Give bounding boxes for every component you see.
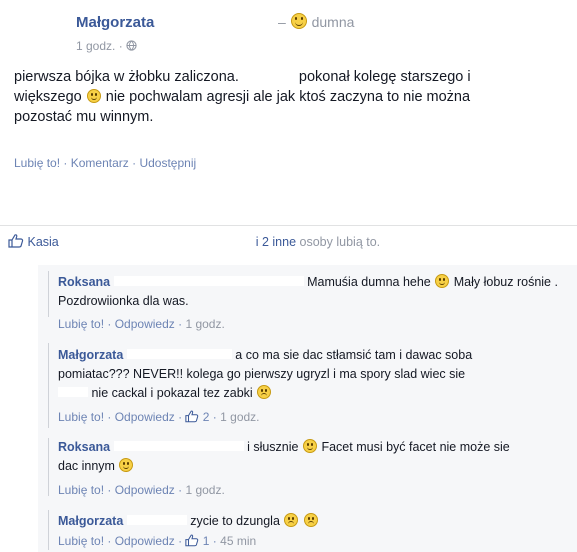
comment-time[interactable]: 1 godz. xyxy=(220,410,259,424)
comment-author[interactable]: Małgorzata xyxy=(58,514,123,528)
reply-link[interactable]: Odpowiedz xyxy=(115,534,175,548)
redacted-name xyxy=(242,69,295,81)
post-actions: Lubię to! · Komentarz · Udostępnij xyxy=(14,156,197,170)
post-meta: 1 godz. · xyxy=(76,39,137,53)
comment: Małgorzata zycie to dzungla xyxy=(58,512,573,531)
feeling-text: dumna xyxy=(311,14,355,30)
thread-line xyxy=(48,343,49,428)
share-link[interactable]: Udostępnij xyxy=(139,156,196,170)
liker-name[interactable]: Kasia xyxy=(27,235,58,249)
redacted-name xyxy=(62,236,253,246)
comment-time[interactable]: 1 godz. xyxy=(185,483,224,497)
like-link[interactable]: Lubię to! xyxy=(58,410,104,424)
sad-icon xyxy=(303,513,318,527)
redacted-name xyxy=(113,441,244,451)
comment-actions: Lubię to! · Odpowiedz · 1 godz. xyxy=(58,317,225,331)
smile-icon xyxy=(302,439,317,453)
thumbs-up-icon xyxy=(8,234,24,248)
comment-actions: Lubię to! · Odpowiedz · 1 · 45 min xyxy=(58,534,257,548)
likes-bar: Kasia i 2 inne osoby lubią to. xyxy=(8,234,380,249)
comment-actions: Lubię to! · Odpowiedz · 1 godz. xyxy=(58,483,225,497)
comment-time[interactable]: 45 min xyxy=(220,534,256,548)
like-link[interactable]: Lubię to! xyxy=(58,534,104,548)
like-link[interactable]: Lubię to! xyxy=(58,317,104,331)
smile-icon xyxy=(290,13,307,29)
smile-icon xyxy=(119,458,134,472)
post-text: pierwsza bójka w żłobku zaliczona. pokon… xyxy=(14,69,471,125)
thumbs-up-icon xyxy=(185,534,199,547)
globe-icon xyxy=(126,40,137,51)
comment: Małgorzata a co ma sie dac stłamsić tam … xyxy=(58,348,473,400)
redacted-name xyxy=(126,515,187,525)
smile-icon xyxy=(86,89,101,103)
comment-link[interactable]: Komentarz xyxy=(71,156,129,170)
smile-icon xyxy=(435,274,450,288)
comment: Roksana Mamuśia dumna hehe Mały łobuz ro… xyxy=(58,274,558,308)
comment-author[interactable]: Roksana xyxy=(58,440,110,454)
thumbs-up-icon xyxy=(185,410,199,423)
like-link[interactable]: Lubię to! xyxy=(14,156,60,170)
comment-author[interactable]: Małgorzata xyxy=(58,348,123,362)
others-link[interactable]: i 2 inne xyxy=(256,235,296,249)
comment-actions: Lubię to! · Odpowiedz · 2 · 1 godz. xyxy=(58,410,260,424)
post-time[interactable]: 1 godz. xyxy=(76,39,115,53)
sad-icon xyxy=(257,385,272,399)
post-author[interactable]: Małgorzata xyxy=(76,14,154,31)
thread-line xyxy=(48,510,49,550)
like-link[interactable]: Lubię to! xyxy=(58,483,104,497)
comment-author[interactable]: Roksana xyxy=(58,275,110,289)
post-feeling: – dumna xyxy=(278,13,354,30)
reply-link[interactable]: Odpowiedz xyxy=(115,483,175,497)
thread-line xyxy=(48,271,49,317)
redacted-name xyxy=(113,276,304,286)
like-count[interactable]: 1 xyxy=(203,534,210,548)
divider xyxy=(0,225,577,226)
comment-time[interactable]: 1 godz. xyxy=(185,317,224,331)
feeling-dash: – xyxy=(278,14,286,30)
comment: Roksana i słusznie Facet musi być facet … xyxy=(58,439,510,473)
reply-link[interactable]: Odpowiedz xyxy=(115,410,175,424)
sad-icon xyxy=(284,513,299,527)
redacted-name xyxy=(126,349,232,359)
thread-line xyxy=(48,438,49,496)
like-count[interactable]: 2 xyxy=(203,410,210,424)
reply-link[interactable]: Odpowiedz xyxy=(115,317,175,331)
redacted-name xyxy=(58,387,88,397)
